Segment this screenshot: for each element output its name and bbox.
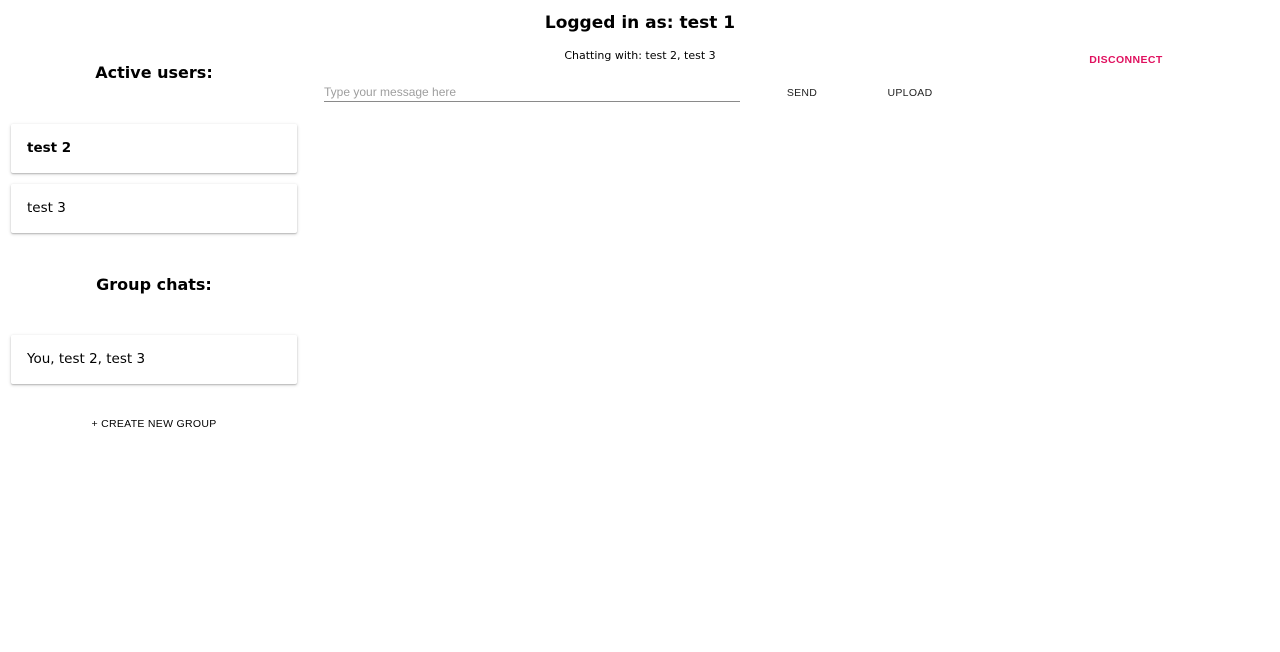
group-chat-item[interactable]: You, test 2, test 3 <box>11 335 297 384</box>
disconnect-button[interactable]: DISCONNECT <box>1078 50 1174 70</box>
page-title: Logged in as: test 1 <box>544 13 736 33</box>
create-new-group-button[interactable]: + CREATE NEW GROUP <box>10 414 298 434</box>
user-item-test-3[interactable]: test 3 <box>11 184 297 233</box>
send-button[interactable]: SEND <box>768 83 836 103</box>
active-users-heading: Active users: <box>95 63 213 82</box>
message-input[interactable] <box>324 82 740 102</box>
upload-button[interactable]: UPLOAD <box>872 83 948 103</box>
group-chats-heading: Group chats: <box>96 275 212 294</box>
user-item-test-2[interactable]: test 2 <box>11 124 297 173</box>
chat-app: Logged in as: test 1 Chatting with: test… <box>0 0 1280 652</box>
